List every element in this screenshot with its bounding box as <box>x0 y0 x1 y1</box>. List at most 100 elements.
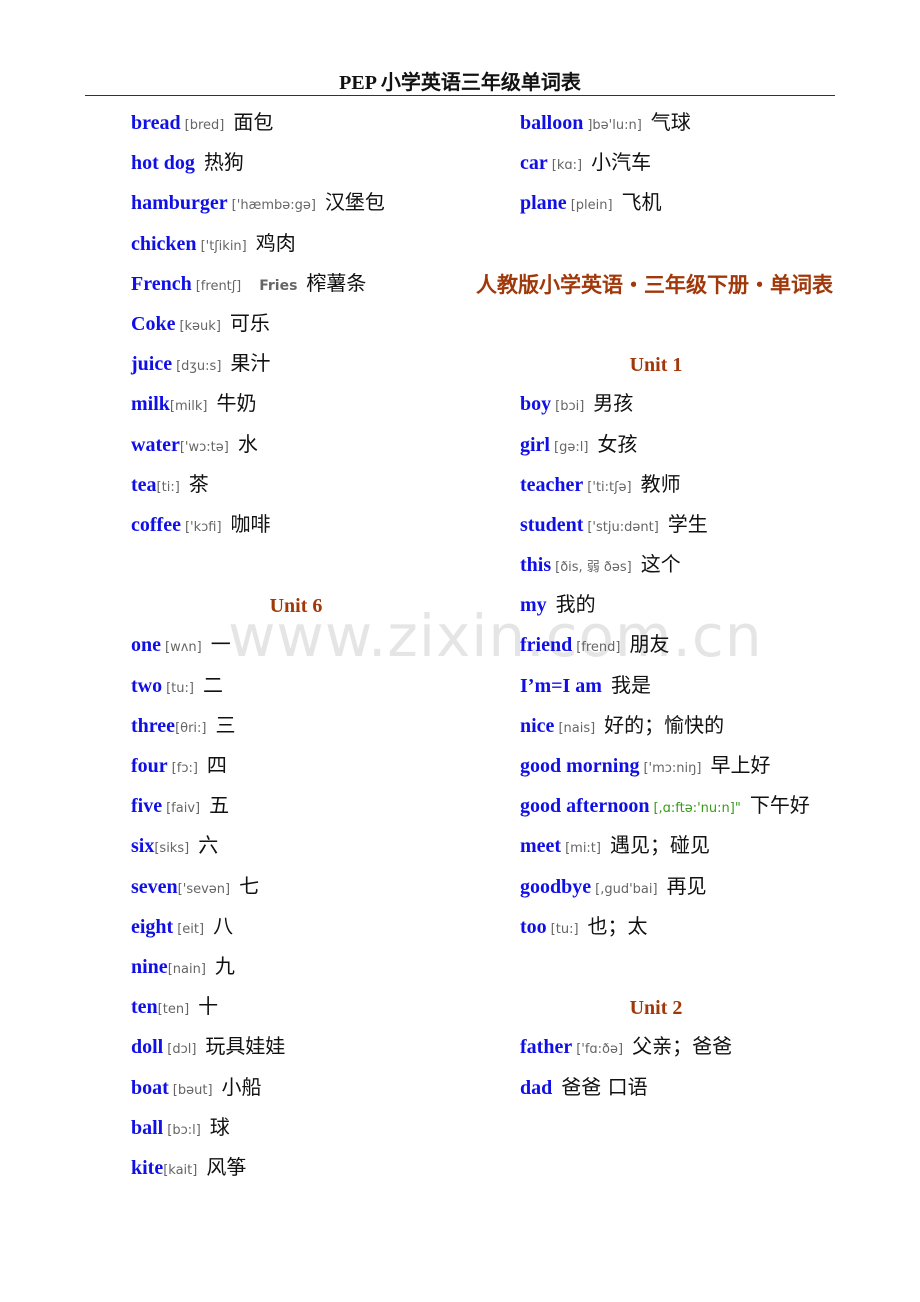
phonetic: [frentʃ] <box>195 278 242 294</box>
chinese-meaning: 二 <box>202 672 223 697</box>
unit-2-heading: Unit 2 <box>629 997 683 1020</box>
chinese-meaning: 咖啡 <box>230 511 271 536</box>
vocab-row: balloon]bə'lu:n] 气球 <box>476 104 836 144</box>
english-word: good morning <box>520 755 640 778</box>
vocab-row: coffee ['kɔfi] 咖啡 <box>131 506 461 546</box>
chinese-meaning: 学生 <box>667 511 708 536</box>
phonetic: [siks] <box>154 841 190 857</box>
chinese-meaning: 遇见；碰见 <box>609 833 710 858</box>
chinese-meaning: 小汽车 <box>591 150 652 175</box>
english-word: boat <box>131 1076 169 1099</box>
vocab-row: seven ['sevən] 七 <box>131 868 461 908</box>
chinese-meaning: 这个 <box>640 552 681 577</box>
vocab-row: my 我的 <box>476 586 836 626</box>
chinese-meaning: 下午好 <box>749 793 810 818</box>
vocab-row: dad 爸爸 口语 <box>476 1069 836 1109</box>
chinese-meaning: 教师 <box>640 471 681 496</box>
phonetic: [fɔ:] <box>171 761 198 776</box>
chinese-meaning: 九 <box>214 953 235 978</box>
vocab-row: teacher ['ti:tʃə] 教师 <box>476 466 836 506</box>
food-word-list: bread [bred] 面包 hot dog 热狗 hamburger ['hæmbə:g… <box>131 104 461 546</box>
chinese-meaning: 六 <box>198 833 219 858</box>
vocab-row: water ['wɔ:tə] 水 <box>131 426 461 466</box>
vocab-row: friend [frend] 朋友 <box>476 626 836 666</box>
english-word: kite <box>131 1156 164 1179</box>
phonetic: [tu:] <box>550 921 579 937</box>
english-word: one <box>131 634 161 657</box>
vocab-row: boat [bəut] 小船 <box>131 1069 461 1109</box>
vocab-row: I’m=I am 我是 <box>476 667 836 707</box>
vocab-row: two [tu:] 二 <box>131 667 461 707</box>
chinese-meaning: 女孩 <box>597 431 638 456</box>
chinese-meaning: 男孩 <box>593 391 634 416</box>
chinese-meaning: 好的；愉快的 <box>604 712 725 737</box>
chinese-meaning: 四 <box>206 753 227 777</box>
phonetic: [,gud'bai] <box>595 881 658 897</box>
vocab-row: ten [ten] 十 <box>131 988 461 1028</box>
vocab-row: doll [dɔl] 玩具娃娃 <box>131 1028 461 1068</box>
unit-6-word-list: one [wʌn] 一 two [tu:] 二 three [θri:] 三 four [fɔ:] 四… <box>131 626 461 1189</box>
vocab-row: good afternoon [,ɑ:ftə:'nu:n]" 下午好 <box>476 787 836 827</box>
english-word: boy <box>520 393 552 416</box>
vocab-row: meet [mi:t] 遇见；碰见 <box>476 827 836 867</box>
english-word: plane <box>520 192 567 215</box>
phonetic: ['kɔfi] <box>184 519 222 535</box>
vocab-row: nine [nain] 九 <box>131 948 461 988</box>
vocab-row: good morning ['mɔ:niŋ] 早上好 <box>476 747 836 787</box>
english-word: I’m=I am <box>520 674 602 697</box>
page-title: PEP 小学英语三年级单词表 <box>339 72 581 94</box>
chinese-meaning: 小船 <box>221 1074 262 1099</box>
chinese-meaning: 也；太 <box>587 913 648 938</box>
english-word: seven <box>131 875 178 898</box>
vocab-row: nice [nais] 好的；愉快的 <box>476 707 836 747</box>
chinese-meaning: 十 <box>198 994 219 1019</box>
phonetic: ['hæmbə:gə] <box>231 198 316 214</box>
phonetic: ['sevən] <box>177 881 231 897</box>
phonetic: [,ɑ:ftə:'nu:n]" <box>653 801 741 817</box>
phonetic: [ten] <box>157 1002 190 1018</box>
phonetic: [bred] <box>184 118 225 133</box>
chinese-meaning: 一 <box>210 632 231 657</box>
chinese-meaning: 玩具娃娃 <box>205 1034 286 1059</box>
phonetic: [dɔl] <box>167 1042 197 1058</box>
chinese-meaning: 八 <box>213 913 234 938</box>
english-word: too <box>520 915 547 938</box>
section-title: 人教版小学英语・三年级下册・单词表 <box>476 272 833 297</box>
phonetic: [mi:t] <box>565 841 601 857</box>
chinese-meaning: 鸡肉 <box>255 230 296 255</box>
english-word: Coke <box>131 312 176 335</box>
chinese-meaning: 水 <box>237 431 258 456</box>
english-word: ball <box>131 1116 164 1139</box>
vocab-row: hot dog 热狗 <box>131 144 461 184</box>
chinese-meaning: 果汁 <box>230 351 271 376</box>
vocab-row: car [kɑ:] 小汽车 <box>476 144 836 184</box>
phonetic: [ti:] <box>156 479 180 495</box>
chinese-meaning: 早上好 <box>710 753 771 778</box>
chinese-meaning: 茶 <box>188 471 209 496</box>
english-word: coffee <box>131 513 181 536</box>
english-word: my <box>520 594 547 617</box>
english-word: nine <box>131 955 168 978</box>
phonetic: [ðis, 弱 ðəs] <box>555 560 632 576</box>
left-column: bread [bred] 面包 hot dog 热狗 hamburger ['hæmbə:g… <box>131 104 461 1189</box>
english-word: doll <box>131 1036 164 1059</box>
chinese-meaning: 五 <box>209 793 230 818</box>
phonetic: ]bə'lu:n] <box>587 118 642 133</box>
vocab-row: ball [bɔ:l] 球 <box>131 1109 461 1149</box>
phonetic: [gə:l] <box>554 439 589 455</box>
english-word: dad <box>520 1076 553 1099</box>
chinese-meaning: 热狗 <box>203 150 244 175</box>
phonetic: [plein] <box>570 198 613 214</box>
english-word: tea <box>131 473 157 496</box>
chinese-meaning: 我的 <box>555 592 596 617</box>
unit-1-word-list: boy [bɔi] 男孩 girl [gə:l] 女孩 teacher ['ti:tʃə] 教师… <box>476 385 836 948</box>
chinese-meaning: 球 <box>209 1114 230 1139</box>
english-word: two <box>131 674 163 697</box>
vocab-row: chicken ['tʃikin] 鸡肉 <box>131 225 461 265</box>
vocab-row: bread [bred] 面包 <box>131 104 461 144</box>
chinese-meaning: 可乐 <box>229 310 270 335</box>
vocab-row: six [siks] 六 <box>131 827 461 867</box>
english-word: friend <box>520 634 573 657</box>
chinese-meaning: 三 <box>215 712 236 737</box>
